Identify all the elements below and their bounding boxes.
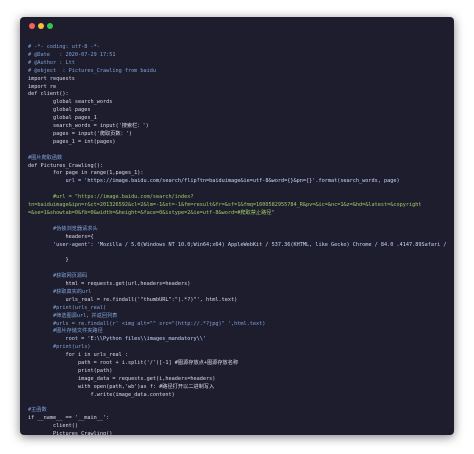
code-line: client() [28, 423, 78, 430]
minimize-window-icon[interactable] [38, 23, 44, 29]
code-line: search_words = input('搜索栏：') [28, 123, 149, 129]
code-line: def Pictures_Crawling(): [28, 162, 103, 169]
code-line: print(path) [28, 367, 113, 374]
code-line: #获取真实的url [28, 288, 92, 295]
code-line: #url = "https://image.baidu.com/search/i… [28, 194, 194, 201]
code-line: } [28, 257, 69, 264]
code-line: import requests [28, 75, 75, 82]
code-line: headers={ [28, 233, 94, 240]
code-line: # @object : Pictures_Crawling from baidu [28, 67, 157, 74]
code-line: #print(urls) [28, 344, 91, 351]
code-line: # -*- coding: utf-8 -*- [28, 44, 100, 50]
code-line: global search_words [28, 99, 113, 106]
code-line: #获取网页源码 [28, 273, 88, 280]
close-window-icon[interactable] [29, 23, 35, 29]
code-line: for i in urls_real : [28, 352, 128, 359]
code-line: def client(): [28, 91, 69, 98]
code-line: #urls = re.findall(r' <img alt="" src="(… [28, 320, 266, 327]
code-line: urls_real = re.findall('"thumbURL":"(.*?… [28, 296, 238, 303]
code-editor-window: # -*- coding: utf-8 -*- # @Date : 2020-07… [20, 17, 454, 435]
code-line: import re [28, 83, 57, 90]
code-line: # @Date : 2020-07-29 17:51 [28, 51, 116, 58]
code-line: f.write(image_data.content) [28, 391, 175, 398]
code-line: url = 'https://image.baidu.com/search/fl… [28, 178, 400, 185]
maximize-window-icon[interactable] [47, 23, 53, 29]
code-line: global pages_1 [28, 115, 97, 122]
code-line: 'user-agent': 'Mozilla / 5.0(Windows NT … [28, 241, 448, 248]
code-line: #筛选图源url，并返回列表 [28, 312, 118, 319]
code-line: image_data = requests.get(i,headers=head… [28, 375, 216, 382]
code-line: Pictures_Crawling() [28, 431, 113, 435]
code-line: =&se=1&showtab=0&fb=0&width=&height=&fac… [28, 209, 275, 216]
code-line: path = root + i.split('/')[-1] #图源存放点+图源… [28, 360, 239, 366]
code-line: global pages [28, 107, 91, 114]
code-line: for page in range(1,pages_1): [28, 170, 144, 177]
code-line: root = 'E:\\Python files\\images_mandato… [28, 336, 207, 343]
code-line: with open(path,'wb')as f: #路径打开以二进制写入 [28, 383, 215, 390]
code-line: #print(urls_real) [28, 304, 107, 311]
code-line: pages_1 = int(pages) [28, 138, 116, 145]
code-line: html = requests.get(url,headers=headers) [28, 281, 191, 287]
code-line: if __name__ == '__main__': [28, 415, 110, 422]
window-titlebar [20, 17, 454, 35]
code-line: tn=baiduimage&ipn=r&ct=201326592&cl=2&lm… [28, 202, 422, 208]
code-line: # @Author : Ltt [28, 59, 75, 66]
code-line: #图片爬取函数 [28, 154, 63, 161]
code-line: pages = input('爬取页数：') [28, 130, 133, 137]
code-line: #伪装浏览器请求头 [28, 225, 98, 232]
scrollbar[interactable] [450, 39, 452, 429]
code-line: #图片存储文件夹路径 [28, 328, 103, 335]
code-line: #主函数 [28, 407, 47, 414]
